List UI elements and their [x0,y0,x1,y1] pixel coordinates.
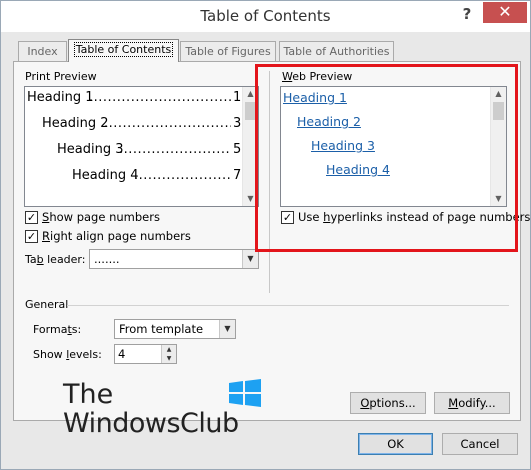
close-button[interactable]: ✕ [483,2,527,23]
formats-dropdown[interactable]: From template ▼ [114,319,236,339]
right-align-page-numbers-option[interactable]: ✓ Right align page numbers [25,229,205,244]
tab-leader-dropdown[interactable]: ....... ▼ [89,249,259,269]
watermark-logo-the: The [63,379,114,410]
red-highlight-box [255,64,518,252]
tab-leader-label: Tab leader: [25,253,86,266]
windows-logo-icon [229,379,261,407]
cancel-button[interactable]: Cancel [442,433,518,455]
tab-table-of-contents[interactable]: Table of Contents [68,39,179,62]
print-preview-label: Print Preview [25,70,97,83]
tab-table-of-figures[interactable]: Table of Figures [180,41,276,61]
print-preview-entry-1: Heading 1 ..............................… [27,90,242,105]
chevron-down-icon[interactable]: ▼ [219,320,235,338]
show-page-numbers-option[interactable]: ✓ Show page numbers [25,210,205,225]
watermark-logo-windowsclub: WindowsClub [63,408,239,439]
table-of-contents-dialog: Table of Contents ? ✕ Index Table of Con… [0,0,531,470]
help-button[interactable]: ? [456,3,478,25]
show-levels-label: Show levels: [33,348,102,361]
print-preview-entry-2: Heading 2 ..............................… [42,116,242,131]
modify-button[interactable]: Modify... [434,392,510,414]
spin-up-icon[interactable]: ▲ [162,345,176,354]
show-page-numbers-checkbox[interactable]: ✓ [25,211,38,224]
chevron-down-icon[interactable]: ▼ [242,250,258,268]
print-preview-entry-3: Heading 3 ..............................… [57,142,242,157]
spin-down-icon[interactable]: ▼ [162,354,176,363]
general-divider [67,305,509,306]
formats-label: Formats: [33,323,82,336]
title-bar: Table of Contents ? ✕ [1,1,530,32]
general-label: General [25,298,69,311]
print-preview-entry-4: Heading 4 ..............................… [72,168,242,183]
right-align-checkbox[interactable]: ✓ [25,230,38,243]
dialog-title: Table of Contents [200,7,331,25]
show-levels-stepper[interactable]: 4 ▲ ▼ [114,344,177,364]
options-button[interactable]: Options... [350,392,426,414]
tab-index[interactable]: Index [18,41,67,61]
tab-table-of-authorities[interactable]: Table of Authorities [279,41,394,61]
ok-button[interactable]: OK [358,433,433,455]
print-preview-box[interactable]: Heading 1 ..............................… [24,86,259,207]
